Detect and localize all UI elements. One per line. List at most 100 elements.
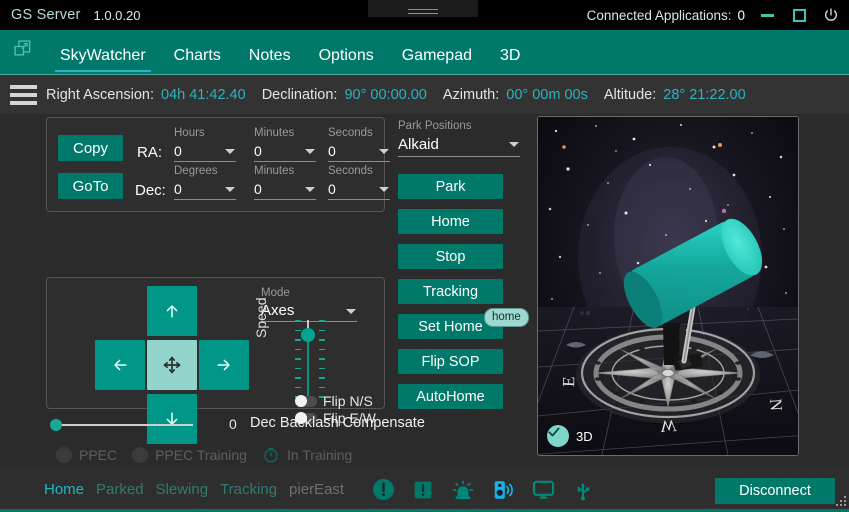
ra-seconds-select[interactable]: Seconds 0 — [328, 126, 390, 162]
radec-entry-panel: Copy GoTo RA: Dec: Hours 0 Minutes 0 Sec… — [46, 117, 390, 212]
autohome-button[interactable]: AutoHome — [398, 384, 503, 409]
park-positions-value: Alkaid — [398, 136, 439, 153]
move-crosshair-icon — [163, 356, 181, 374]
dec-backlash-row: 0 Dec Backlash Compensate — [46, 414, 446, 436]
3d-toggle-badge[interactable]: 3D — [547, 425, 593, 447]
dec-minutes-value: 0 — [254, 180, 262, 197]
tab-3d[interactable]: 3D — [486, 47, 534, 75]
declination-readout: Declination: 90° 00:00.00 — [262, 87, 427, 103]
ppec-training-label: PPEC Training — [155, 447, 247, 463]
usb-button[interactable] — [570, 477, 596, 503]
monitor-button[interactable] — [530, 477, 556, 503]
move-center-stop-button[interactable] — [147, 340, 197, 390]
dec-degrees-select[interactable]: Degrees 0 — [174, 164, 236, 200]
ra-hours-select[interactable]: Hours 0 — [174, 126, 236, 162]
window-restore-button[interactable] — [0, 30, 46, 75]
compass-label-e: E — [559, 376, 578, 387]
speaker-button[interactable] — [490, 477, 516, 503]
alert-square-icon — [414, 481, 432, 498]
altitude-label: Altitude: — [603, 86, 657, 103]
toggle-switch-icon — [295, 395, 317, 407]
declination-value: 90° 00:00.00 — [344, 86, 427, 103]
flip-ns-label: Flip N/S — [323, 393, 373, 409]
chevron-down-icon — [379, 187, 389, 192]
dec-seconds-select[interactable]: Seconds 0 — [328, 164, 390, 200]
compass-label-n: N — [766, 398, 786, 412]
dec-label: Dec: — [135, 182, 166, 199]
chevron-down-icon — [225, 187, 235, 192]
dec-backlash-label: Dec Backlash Compensate — [250, 415, 425, 431]
azimuth-readout: Azimuth: 00° 00m 00s — [443, 87, 588, 103]
window-drag-handle[interactable] — [368, 0, 478, 17]
hamburger-menu-button[interactable] — [0, 75, 46, 114]
dec-degrees-value: 0 — [174, 180, 182, 197]
bottom-status-bar: Home Parked Slewing Tracking pierEast Di… — [0, 466, 849, 512]
move-left-button[interactable] — [95, 340, 145, 390]
timer-icon — [264, 447, 278, 463]
power-button[interactable] — [821, 5, 841, 25]
status-parked: Parked — [96, 481, 144, 498]
siren-icon — [452, 479, 474, 499]
dec-backlash-thumb[interactable] — [50, 419, 62, 431]
azimuth-value: 00° 00m 00s — [506, 86, 588, 103]
check-badge — [547, 425, 569, 447]
ra-seconds-caption: Seconds — [328, 127, 373, 139]
speed-thumb[interactable] — [301, 328, 315, 342]
tab-skywatcher[interactable]: SkyWatcher — [46, 47, 160, 75]
dec-backlash-value: 0 — [229, 416, 237, 432]
check-icon — [548, 427, 560, 437]
dec-backlash-slider[interactable] — [56, 424, 193, 426]
disconnect-button[interactable]: Disconnect — [715, 478, 835, 504]
copy-button[interactable]: Copy — [58, 135, 123, 161]
ra-label: RA: — [137, 144, 163, 161]
app-title: GS Server — [11, 7, 81, 23]
tab-options[interactable]: Options — [305, 47, 388, 75]
telescope-3d-view[interactable]: E N W 3D — [537, 116, 799, 456]
compass-label-w: W — [660, 416, 678, 436]
tracking-button[interactable]: Tracking — [398, 279, 503, 304]
ppec-row: PPEC PPEC Training In Training — [56, 446, 352, 464]
tab-notes[interactable]: Notes — [235, 47, 305, 75]
main-tab-bar: SkyWatcher Charts Notes Options Gamepad … — [0, 30, 849, 75]
ppec-toggle[interactable] — [56, 447, 72, 463]
flip-sop-button[interactable]: Flip SOP — [398, 349, 503, 374]
stop-button[interactable]: Stop — [398, 244, 503, 269]
flip-ns-toggle[interactable]: Flip N/S — [295, 393, 373, 409]
mode-select[interactable]: Mode Axes — [261, 286, 357, 322]
tab-gamepad[interactable]: Gamepad — [388, 47, 486, 75]
right-ascension-readout: Right Ascension: 04h 41:42.40 — [46, 87, 246, 103]
ra-minutes-caption: Minutes — [254, 127, 295, 139]
maximize-icon — [792, 8, 806, 22]
ra-minutes-select[interactable]: Minutes 0 — [254, 126, 316, 162]
gs-server-window: GS Server 1.0.0.20 Connected Application… — [0, 0, 849, 512]
dec-degrees-caption: Degrees — [174, 165, 218, 177]
dec-minutes-select[interactable]: Minutes 0 — [254, 164, 316, 200]
ra-hours-value: 0 — [174, 142, 182, 159]
alert-circle-button[interactable] — [370, 477, 396, 503]
goto-button[interactable]: GoTo — [58, 173, 123, 199]
minimize-button[interactable] — [757, 5, 777, 25]
arrow-right-icon — [217, 359, 230, 371]
tab-charts[interactable]: Charts — [160, 47, 235, 75]
window-restore-icon — [14, 39, 31, 56]
ppec-training-toggle[interactable] — [132, 447, 149, 463]
coordinate-status-bar: Right Ascension: 04h 41:42.40 Declinatio… — [0, 75, 849, 114]
main-content: Copy GoTo RA: Dec: Hours 0 Minutes 0 Sec… — [0, 114, 849, 466]
park-positions-select[interactable]: Park Positions Alkaid — [398, 119, 520, 157]
right-ascension-label: Right Ascension: — [46, 86, 155, 103]
park-button[interactable]: Park — [398, 174, 503, 199]
alert-square-button[interactable] — [410, 477, 436, 503]
home-button[interactable]: Home — [398, 209, 503, 234]
siren-button[interactable] — [450, 477, 476, 503]
ra-seconds-value: 0 — [328, 142, 336, 159]
altitude-readout: Altitude: 28° 21:22.00 — [604, 87, 746, 103]
in-training-indicator — [262, 446, 280, 464]
mode-caption: Mode — [261, 287, 290, 299]
resize-grip-icon[interactable] — [836, 496, 846, 506]
chevron-down-icon — [225, 149, 235, 154]
move-right-button[interactable] — [199, 340, 249, 390]
move-up-button[interactable] — [147, 286, 197, 336]
maximize-button[interactable] — [789, 5, 809, 25]
arrow-up-icon — [166, 305, 178, 318]
right-ascension-value: 04h 41:42.40 — [161, 86, 246, 103]
